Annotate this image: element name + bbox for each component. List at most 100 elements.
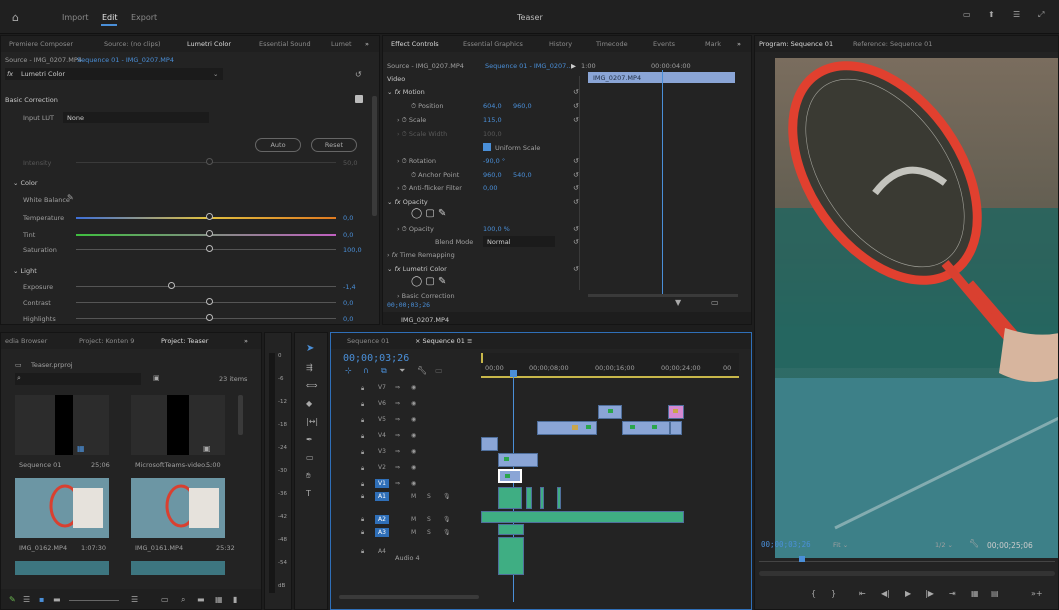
exposure-knob[interactable]	[168, 282, 175, 289]
exposure-slider[interactable]	[76, 286, 336, 287]
lock-icon[interactable]: 🔒︎	[361, 401, 364, 409]
panel-overflow-icon[interactable]: »	[365, 40, 369, 48]
trash-icon[interactable]: ▮	[233, 595, 237, 604]
tab-program[interactable]: Program: Sequence 01	[759, 40, 833, 48]
lumetri-heading[interactable]: ⌄ fx Lumetri Color	[387, 265, 447, 273]
wrench-icon[interactable]: 🔧︎	[969, 539, 979, 548]
clip-a1-c[interactable]	[540, 487, 544, 509]
tab-mark[interactable]: Mark	[705, 40, 721, 48]
sync-lock-icon[interactable]: ⇒	[395, 448, 400, 455]
opacity-value[interactable]: 100,0 %	[483, 225, 510, 233]
clip-v3[interactable]	[481, 437, 498, 451]
tab-lumet[interactable]: Lumet	[331, 40, 352, 48]
img-0161-thumbnail[interactable]	[131, 478, 225, 538]
clip-v5[interactable]	[537, 421, 597, 435]
tab-media-browser[interactable]: edia Browser	[5, 337, 47, 345]
track-name[interactable]: V7	[375, 383, 389, 392]
sync-lock-icon[interactable]: ⇒	[395, 416, 400, 423]
rectangle-tool-icon[interactable]: ▭	[306, 453, 314, 462]
sync-lock-icon[interactable]: ⇒	[395, 432, 400, 439]
fit-dropdown[interactable]: Fit ⌄	[833, 541, 848, 549]
overwrite-icon[interactable]: ▤	[991, 589, 999, 598]
home-icon[interactable]: ⌂	[12, 11, 19, 24]
img-0162-thumbnail[interactable]	[15, 478, 109, 538]
eye-icon[interactable]: ◉	[411, 384, 416, 391]
pen-tool-icon[interactable]: ✒	[306, 435, 313, 444]
timeline-settings-icon[interactable]: 🔧︎	[417, 366, 427, 375]
nest-icon[interactable]: ⊹	[345, 366, 352, 375]
scale-label[interactable]: › ⏱ Scale	[397, 116, 426, 125]
antiflicker-label[interactable]: › ⏱ Anti-flicker Filter	[397, 184, 462, 193]
reset-scale-icon[interactable]: ↺	[573, 116, 579, 124]
reset-motion-icon[interactable]: ↺	[573, 88, 579, 96]
mask-shape-icons[interactable]: ◯ ▢ ✎	[411, 208, 446, 219]
tab-reference[interactable]: Reference: Sequence 01	[853, 40, 932, 48]
project-scrollbar[interactable]	[238, 395, 243, 435]
sequence-thumbnail[interactable]: ▦	[15, 395, 109, 455]
lock-icon[interactable]: 🔒︎	[361, 417, 364, 425]
anchor-x[interactable]: 960,0	[483, 171, 502, 179]
workspace-menu-icon[interactable]: ☰	[1013, 10, 1020, 19]
track-header-a1[interactable]: 🔒︎ A1 M S 🎙︎	[331, 490, 479, 504]
position-y[interactable]: 960,0	[513, 102, 532, 110]
track-header-v3[interactable]: 🔒︎ V3 ⇒ ◉	[331, 445, 479, 460]
tab-source[interactable]: Source: (no clips)	[104, 40, 161, 48]
lock-icon[interactable]: 🔒︎	[361, 465, 364, 473]
step-forward-icon[interactable]: |▶	[925, 589, 934, 598]
motion-heading[interactable]: ⌄ fx Motion	[387, 88, 425, 96]
exposure-value[interactable]: -1,4	[343, 283, 356, 291]
project-search-input[interactable]	[15, 373, 141, 385]
light-section-heading[interactable]: ⌄ Light	[13, 267, 37, 275]
button-editor-icon[interactable]: »+	[1031, 589, 1043, 598]
basic-correction-heading[interactable]: Basic Correction	[5, 96, 58, 104]
sync-lock-icon[interactable]: ⇒	[395, 480, 400, 487]
slip-tool-icon[interactable]: |↔|	[306, 417, 318, 426]
new-bin-icon[interactable]: ▣	[153, 374, 160, 382]
opacity-label[interactable]: › ⏱ Opacity	[397, 225, 434, 234]
track-select-icon[interactable]: ⇶	[306, 363, 313, 372]
fullscreen-icon[interactable]: ⤢	[1038, 10, 1044, 20]
sequence-clip-label[interactable]: Sequence 01 - IMG_0207.MP4	[77, 56, 174, 64]
program-video-frame[interactable]	[775, 58, 1059, 558]
reset-effect-icon[interactable]: ↺	[355, 70, 362, 79]
opacity-heading[interactable]: ⌄ fx Opacity	[387, 198, 428, 206]
temperature-knob[interactable]	[206, 213, 213, 220]
eye-icon[interactable]: ◉	[411, 416, 416, 423]
hand-tool-icon[interactable]: ✋︎	[306, 471, 311, 481]
lock-icon[interactable]: 🔒︎	[361, 385, 364, 393]
reset-antiflicker-icon[interactable]: ↺	[573, 184, 579, 192]
time-remap-heading[interactable]: › fx Time Remapping	[387, 251, 455, 259]
contrast-value[interactable]: 0,0	[343, 299, 353, 307]
clip-v2[interactable]	[498, 453, 538, 467]
tab-sequence-01-a[interactable]: Sequence 01	[347, 337, 389, 345]
filter-icon[interactable]: ▼	[675, 298, 681, 307]
track-name[interactable]: V3	[375, 447, 389, 456]
timeline-hscroll[interactable]	[339, 595, 479, 599]
tab-sequence-01-b[interactable]: × Sequence 01 ≡	[415, 337, 472, 345]
ec-zoom-bar[interactable]	[588, 294, 738, 297]
lock-icon[interactable]: 🔒︎	[361, 433, 364, 441]
lock-icon[interactable]: 🔒︎	[361, 493, 364, 501]
solo-button[interactable]: S	[427, 529, 431, 536]
menu-import[interactable]: Import	[62, 13, 89, 22]
program-playhead[interactable]	[799, 556, 805, 562]
uniform-scale-checkbox[interactable]	[483, 143, 491, 151]
eye-icon[interactable]: ◉	[411, 464, 416, 471]
scale-value[interactable]: 115,0	[483, 116, 502, 124]
eyedropper-icon[interactable]: ✎	[67, 193, 74, 202]
tint-value[interactable]: 0,0	[343, 231, 353, 239]
reset-opacity-value-icon[interactable]: ↺	[573, 225, 579, 233]
panel-overflow-icon[interactable]: »	[737, 40, 741, 48]
reset-anchor-icon[interactable]: ↺	[573, 171, 579, 179]
eye-icon[interactable]: ◉	[411, 480, 416, 487]
track-header-a3[interactable]: 🔒︎ A3 M S 🎙︎	[331, 526, 479, 540]
tab-history[interactable]: History	[549, 40, 572, 48]
tab-project-konten[interactable]: Project: Konten 9	[79, 337, 134, 345]
thumbnail-size-slider[interactable]	[69, 600, 119, 601]
input-lut-dropdown[interactable]	[63, 112, 209, 123]
track-name[interactable]: V4	[375, 431, 389, 440]
sync-lock-icon[interactable]: ⇒	[395, 400, 400, 407]
ec-timecode[interactable]: 00;00;03;26	[387, 301, 430, 309]
track-name[interactable]: A4	[375, 547, 389, 556]
ripple-edit-icon[interactable]: ⟺	[306, 381, 317, 390]
